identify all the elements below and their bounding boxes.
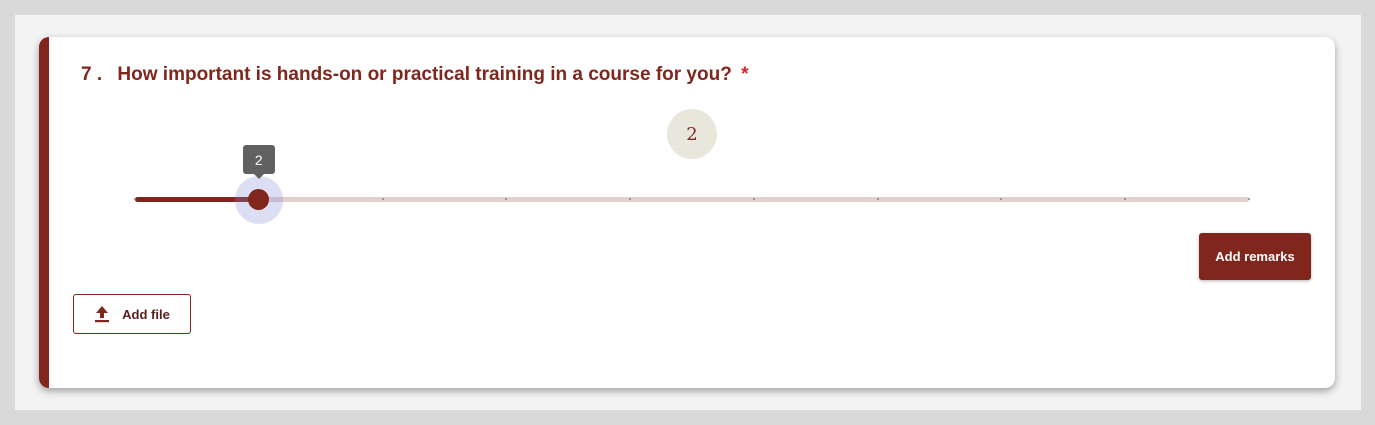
slider-tick [134,198,136,200]
rating-slider[interactable]: 2 [134,145,1250,224]
slider-tick [1248,198,1250,200]
question-number: 7 . [81,64,103,85]
question-title: 7 . How important is hands-on or practic… [81,64,749,86]
card-accent-bar [39,37,49,388]
question-card: 7 . How important is hands-on or practic… [39,37,1335,388]
upload-icon [95,306,110,323]
selected-value-badge: 2 [667,109,717,159]
add-remarks-button[interactable]: Add remarks [1199,233,1311,280]
required-marker: * [741,64,749,85]
slider-value-tooltip: 2 [242,145,275,179]
slider-tick [381,198,384,200]
add-file-label: Add file [122,306,170,322]
question-text: How important is hands-on or practical t… [117,64,732,85]
add-file-button[interactable]: Add file [73,294,191,334]
slider-tick [876,198,879,200]
slider-tick [752,198,755,200]
slider-track[interactable] [135,197,1249,202]
